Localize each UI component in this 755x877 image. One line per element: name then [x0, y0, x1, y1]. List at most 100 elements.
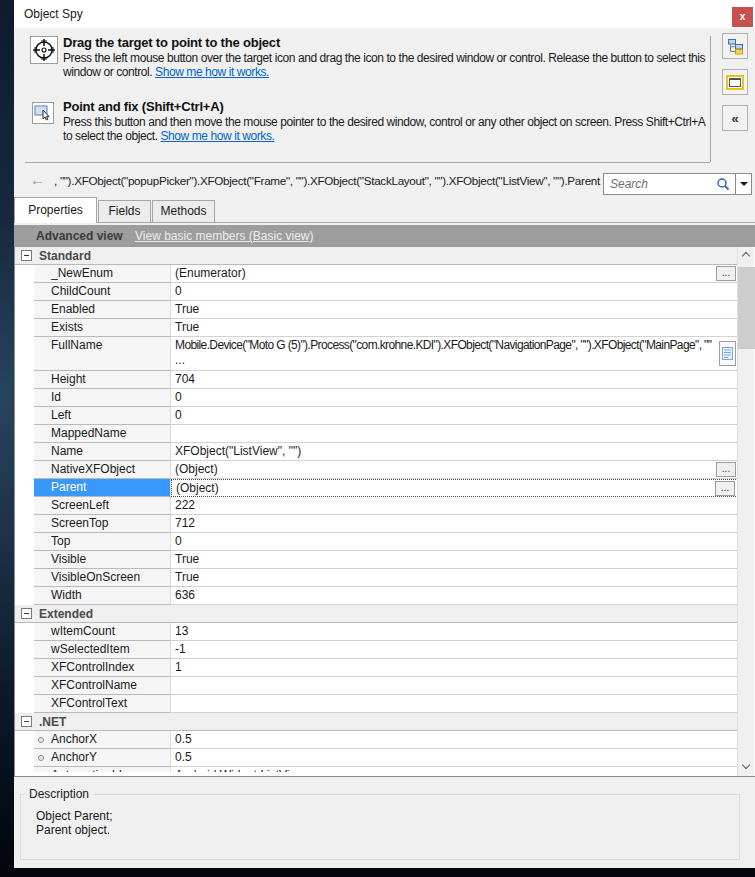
property-row[interactable]: ScreenTop712 — [15, 515, 738, 533]
property-row[interactable]: Top0 — [15, 533, 738, 551]
property-row[interactable]: wSelectedItem-1 — [15, 641, 738, 659]
property-row[interactable]: XFControlName — [15, 677, 738, 695]
property-name[interactable]: XFControlIndex — [34, 659, 171, 677]
point-and-fix-icon[interactable] — [32, 102, 54, 124]
object-path[interactable]: , "").XFObject("popupPicker").XFObject("… — [54, 174, 603, 187]
property-value[interactable]: Mobile.Device("Moto G (5)").Process("com… — [171, 337, 738, 371]
property-name[interactable]: AutomationId — [34, 767, 171, 772]
basic-view-link[interactable]: View basic members (Basic view) — [135, 229, 314, 243]
property-value[interactable]: 0.5 — [171, 731, 738, 749]
property-name[interactable]: Left — [34, 407, 171, 425]
scroll-down-button[interactable] — [738, 759, 755, 776]
property-row[interactable]: AnchorY0.5 — [15, 749, 738, 767]
property-row[interactable]: wItemCount13 — [15, 623, 738, 641]
tab-properties[interactable]: Properties — [14, 197, 97, 223]
property-name[interactable]: Name — [34, 443, 171, 461]
vertical-scrollbar[interactable] — [737, 247, 754, 776]
property-value[interactable]: 0 — [171, 283, 738, 301]
property-row[interactable]: ExistsTrue — [15, 319, 738, 337]
property-value[interactable]: True — [171, 551, 738, 569]
property-row[interactable]: VisibleOnScreenTrue — [15, 569, 738, 587]
scroll-up-button[interactable] — [738, 247, 755, 264]
property-row[interactable]: Id0 — [15, 389, 738, 407]
property-value[interactable]: Android.Widget.ListView — [171, 767, 738, 772]
search-box[interactable]: Search — [603, 173, 752, 195]
property-row[interactable]: Height704 — [15, 371, 738, 389]
property-name[interactable]: Exists — [34, 319, 171, 337]
property-value[interactable]: 0 — [171, 533, 738, 551]
highlight-object-button[interactable] — [722, 69, 748, 95]
property-row[interactable]: AutomationIdAndroid.Widget.ListView — [15, 767, 738, 772]
ellipsis-button[interactable]: ... — [716, 462, 736, 477]
property-name[interactable]: XFControlName — [34, 677, 171, 695]
property-value[interactable]: 704 — [171, 371, 738, 389]
property-row[interactable]: VisibleTrue — [15, 551, 738, 569]
property-value[interactable]: 636 — [171, 587, 738, 605]
property-name[interactable]: Width — [34, 587, 171, 605]
property-name[interactable]: _NewEnum — [34, 265, 171, 283]
property-row[interactable]: FullNameMobile.Device("Moto G (5)").Proc… — [15, 337, 738, 371]
property-row[interactable]: NameXFObject("ListView", "") — [15, 443, 738, 461]
property-name[interactable]: Enabled — [34, 301, 171, 319]
property-row[interactable]: MappedName — [15, 425, 738, 443]
ellipsis-button[interactable]: ... — [715, 481, 735, 496]
property-row[interactable]: AnchorX0.5 — [15, 731, 738, 749]
property-value[interactable]: 0 — [171, 407, 738, 425]
property-value[interactable]: 712 — [171, 515, 738, 533]
property-row[interactable]: ScreenLeft222 — [15, 497, 738, 515]
property-row[interactable]: EnabledTrue — [15, 301, 738, 319]
object-browser-button[interactable] — [722, 33, 748, 59]
property-name[interactable]: ScreenLeft — [34, 497, 171, 515]
property-row[interactable]: NativeXFObject(Object)... — [15, 461, 738, 479]
property-row[interactable]: Left0 — [15, 407, 738, 425]
back-arrow-icon[interactable]: ← — [30, 171, 45, 188]
property-name[interactable]: FullName — [34, 337, 171, 371]
property-name[interactable]: wSelectedItem — [34, 641, 171, 659]
open-text-editor-button[interactable] — [719, 341, 736, 366]
property-name[interactable]: AnchorX — [34, 731, 171, 749]
property-value[interactable]: (Object)... — [171, 461, 738, 479]
property-value[interactable] — [171, 695, 738, 713]
property-row[interactable]: ChildCount0 — [15, 283, 738, 301]
point-show-me-link[interactable]: Show me how it works. — [161, 129, 275, 143]
collapse-group-icon[interactable] — [21, 608, 32, 619]
property-value[interactable]: (Enumerator)... — [171, 265, 738, 283]
property-name[interactable]: XFControlText — [34, 695, 171, 713]
drag-show-me-link[interactable]: Show me how it works. — [155, 65, 269, 79]
property-name[interactable]: ChildCount — [34, 283, 171, 301]
property-value[interactable]: 0.5 — [171, 749, 738, 767]
property-row[interactable]: XFControlIndex1 — [15, 659, 738, 677]
property-value[interactable]: True — [171, 301, 738, 319]
property-row[interactable]: Parent(Object)... — [15, 479, 738, 497]
property-name[interactable]: ScreenTop — [34, 515, 171, 533]
tab-methods[interactable]: Methods — [152, 200, 215, 223]
collapse-group-icon[interactable] — [21, 250, 32, 261]
property-value[interactable]: 222 — [171, 497, 738, 515]
property-name[interactable]: AnchorY — [34, 749, 171, 767]
property-name[interactable]: VisibleOnScreen — [34, 569, 171, 587]
property-name[interactable]: wItemCount — [34, 623, 171, 641]
property-value[interactable]: True — [171, 569, 738, 587]
close-button[interactable]: x — [732, 7, 753, 27]
property-value[interactable] — [171, 425, 738, 443]
property-value[interactable]: True — [171, 319, 738, 337]
property-row[interactable]: XFControlText — [15, 695, 738, 713]
property-name[interactable]: NativeXFObject — [34, 461, 171, 479]
property-value[interactable]: -1 — [171, 641, 738, 659]
property-value[interactable]: 0 — [171, 389, 738, 407]
property-row[interactable]: _NewEnum(Enumerator)... — [15, 265, 738, 283]
ellipsis-button[interactable]: ... — [716, 266, 736, 281]
collapse-panel-button[interactable]: « — [722, 105, 748, 131]
property-name[interactable]: Top — [34, 533, 171, 551]
property-value[interactable]: (Object)... — [171, 479, 738, 497]
search-icon[interactable] — [716, 177, 730, 191]
property-value[interactable]: 1 — [171, 659, 738, 677]
property-name[interactable]: MappedName — [34, 425, 171, 443]
search-dropdown[interactable] — [735, 174, 751, 194]
property-name[interactable]: Parent — [34, 479, 171, 497]
scroll-thumb[interactable] — [738, 267, 755, 349]
drag-target-icon[interactable] — [30, 36, 58, 64]
property-name[interactable]: Height — [34, 371, 171, 389]
property-row[interactable]: Width636 — [15, 587, 738, 605]
property-value[interactable]: 13 — [171, 623, 738, 641]
